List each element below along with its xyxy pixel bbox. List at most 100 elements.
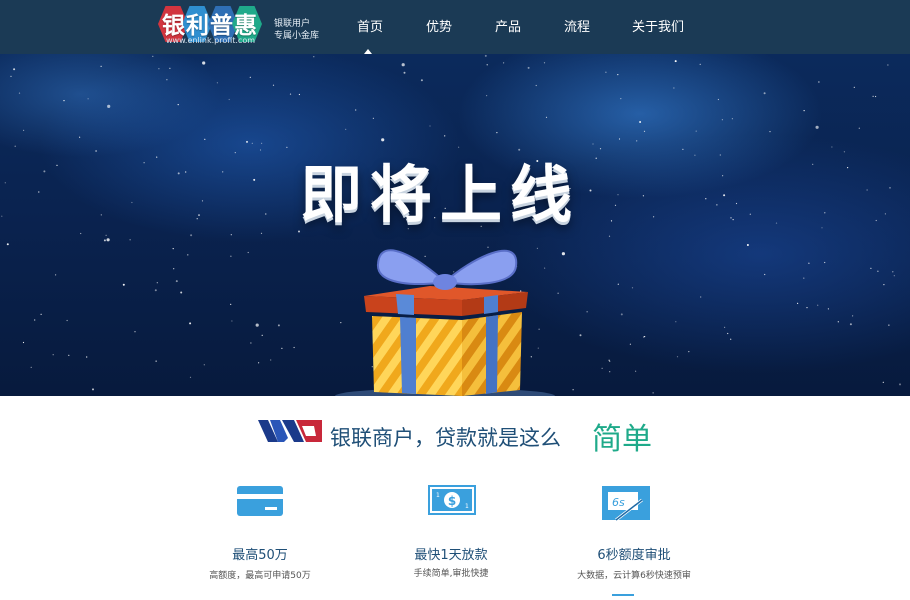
star <box>86 356 88 358</box>
star <box>631 287 634 289</box>
star <box>775 222 778 224</box>
star <box>401 63 405 67</box>
star <box>177 172 180 175</box>
logo-badge: 银利普惠 www.enlink.profit.com <box>158 4 262 48</box>
nav-item-advantages[interactable]: 优势 <box>426 16 452 35</box>
star <box>156 282 158 284</box>
feature-desc: 高额度，最高可申请50万 <box>209 571 311 581</box>
nav-item-home[interactable]: 首页 <box>357 16 383 35</box>
star <box>216 82 218 84</box>
star <box>259 149 262 151</box>
star <box>719 154 721 156</box>
star <box>6 243 9 246</box>
star <box>853 86 855 88</box>
star <box>808 262 810 264</box>
star <box>258 362 260 364</box>
logo-url: www.enlink.profit.com <box>166 36 256 45</box>
slogan-text: 银联商户，贷款就是这么 <box>330 426 561 450</box>
star <box>429 125 431 127</box>
logo-brand: 银利普惠 <box>162 13 258 39</box>
star <box>201 200 204 202</box>
star <box>899 383 901 386</box>
star <box>92 388 94 391</box>
hero-banner: 即将上线 <box>0 54 910 396</box>
star <box>636 140 638 142</box>
star <box>281 347 283 349</box>
star <box>13 68 16 71</box>
star <box>152 55 154 57</box>
svg-text:1: 1 <box>465 503 469 510</box>
star <box>815 125 819 129</box>
star <box>870 267 872 269</box>
star <box>122 283 125 286</box>
star <box>545 116 548 118</box>
star <box>486 95 488 97</box>
star <box>849 323 852 326</box>
star <box>289 93 292 95</box>
star <box>371 366 373 368</box>
star <box>643 130 646 132</box>
nav-item-process[interactable]: 流程 <box>564 16 590 35</box>
star <box>763 92 766 95</box>
star <box>639 121 642 123</box>
svg-text:6s: 6s <box>612 496 625 509</box>
feature-desc: 手续简单,审批快捷 <box>413 569 489 579</box>
star <box>234 152 236 154</box>
star <box>676 356 679 358</box>
star <box>608 359 610 361</box>
star <box>610 220 613 222</box>
star <box>38 191 40 193</box>
star <box>55 274 57 276</box>
star <box>103 239 106 242</box>
star <box>261 142 263 144</box>
credit-card-icon <box>237 486 283 516</box>
gift-box-image <box>335 249 555 396</box>
feature-title: 最快1天放款 <box>414 548 488 563</box>
nav-item-about[interactable]: 关于我们 <box>632 16 684 35</box>
star <box>169 67 171 69</box>
star <box>731 118 734 120</box>
star <box>888 324 890 326</box>
star <box>723 194 726 197</box>
star <box>503 62 505 64</box>
star <box>40 313 42 315</box>
star <box>764 273 766 276</box>
star <box>66 319 68 322</box>
star <box>100 65 102 67</box>
star <box>155 360 157 362</box>
logo-tagline-line1: 银联用户 <box>274 19 311 29</box>
star <box>496 132 498 134</box>
star <box>265 213 267 215</box>
star <box>253 178 256 181</box>
logo-tagline: 银联用户 专属小金库 <box>274 18 319 42</box>
star <box>63 100 65 102</box>
star <box>230 234 232 236</box>
star <box>129 239 131 241</box>
star <box>730 217 732 219</box>
star <box>827 308 830 310</box>
star <box>52 354 54 356</box>
star <box>10 75 12 77</box>
star <box>812 163 814 165</box>
star <box>247 251 249 254</box>
site-header: 银利普惠 www.enlink.profit.com 银联用户 专属小金库 首页… <box>0 0 910 54</box>
star <box>79 136 81 138</box>
nav-item-products[interactable]: 产品 <box>495 16 521 35</box>
star <box>14 145 16 147</box>
star <box>158 68 160 70</box>
star <box>261 334 263 336</box>
star <box>831 146 833 148</box>
star <box>797 302 799 304</box>
star <box>644 336 646 338</box>
star <box>614 204 617 206</box>
star <box>579 334 582 337</box>
svg-text:$: $ <box>448 494 456 508</box>
star <box>618 138 621 140</box>
star <box>609 371 611 373</box>
star <box>543 62 546 64</box>
star <box>34 319 36 321</box>
star <box>228 98 230 101</box>
star <box>858 127 860 129</box>
site-logo[interactable]: 银利普惠 www.enlink.profit.com 银联用户 专属小金库 <box>158 4 328 50</box>
star <box>544 267 546 269</box>
